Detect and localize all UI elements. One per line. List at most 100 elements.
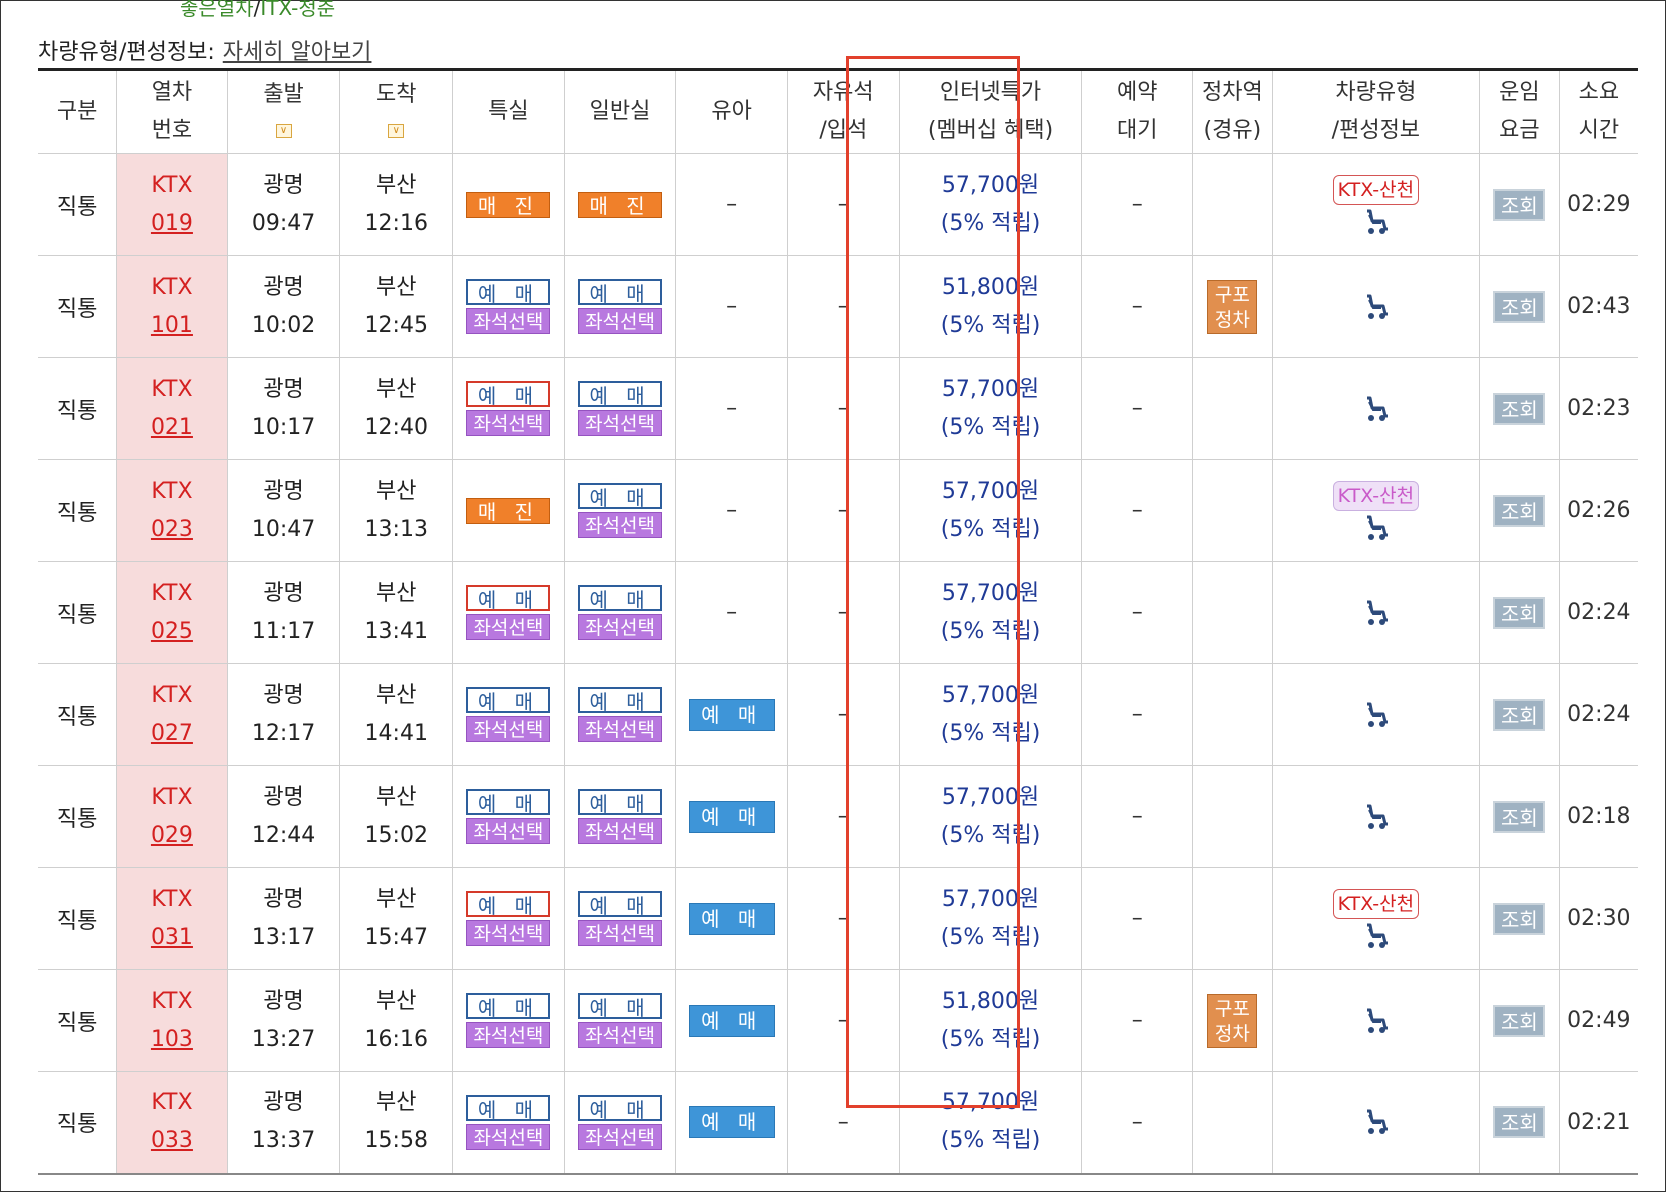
ktx-sancheon-badge[interactable]: KTX-산천 (1332, 888, 1420, 919)
general-seat-select-button[interactable]: 좌석선택 (578, 308, 663, 334)
general-book-button[interactable]: 예 매 (578, 687, 663, 714)
general-seat-select-button[interactable]: 좌석선택 (578, 920, 663, 946)
duration-cell: 02:49 (1558, 969, 1638, 1072)
general-book-button[interactable]: 예 매 (578, 279, 663, 306)
train-number-link[interactable]: 023 (117, 511, 227, 549)
table-row: 직통 KTX 029 광명 12:44 부산 15:02 예 매 좌석선택 예 매 좌석선택 예 매 –… (38, 765, 1638, 868)
departure-station: 광명 (263, 1090, 304, 1116)
special-seat-select-button[interactable]: 좌석선택 (466, 1123, 551, 1150)
fare-inquiry-button[interactable]: 조회 (1493, 1106, 1546, 1139)
gupo-stop-badge[interactable]: 구포 정차 (1207, 993, 1258, 1048)
special-seat-select-button[interactable]: 좌석선택 (466, 920, 551, 946)
special-seat-select-button[interactable]: 좌석선택 (466, 614, 551, 640)
free-seat-cell: – (786, 459, 900, 562)
general-sold-out-button[interactable]: 매 진 (578, 191, 663, 218)
header-stops-line1: 정차역 (1201, 80, 1263, 105)
fare-inquiry-button[interactable]: 조회 (1493, 494, 1546, 527)
fare-inquiry-button[interactable]: 조회 (1493, 392, 1546, 425)
train-number-link[interactable]: 021 (117, 409, 227, 447)
special-seat-select-button[interactable]: 좌석선택 (466, 308, 551, 334)
special-book-button[interactable]: 예 매 (466, 687, 551, 714)
free-seat-cell: – (786, 153, 900, 256)
fare-inquiry-button[interactable]: 조회 (1493, 596, 1546, 629)
infant-book-button[interactable]: 예 매 (688, 698, 775, 731)
train-number-link[interactable]: 029 (117, 817, 227, 855)
fare-inquiry-button[interactable]: 조회 (1493, 800, 1546, 833)
infant-book-button[interactable]: 예 매 (688, 902, 775, 935)
fare-inquiry-button[interactable]: 조회 (1493, 1004, 1546, 1037)
general-seat-select-button[interactable]: 좌석선택 (578, 410, 663, 436)
general-seat-select-button[interactable]: 좌석선택 (578, 1022, 663, 1048)
train-number-link[interactable]: 027 (117, 715, 227, 753)
special-book-button[interactable]: 예 매 (466, 279, 551, 306)
ktx-sancheon-badge[interactable]: KTX-산천 (1332, 480, 1420, 511)
free-seat-cell: – (786, 357, 900, 460)
header-internet-line2: (멤버십 혜택) (927, 118, 1054, 143)
departure-cell: 광명 10:17 (226, 357, 340, 460)
general-seat-select-button[interactable]: 좌석선택 (578, 512, 663, 538)
general-book-button[interactable]: 예 매 (578, 789, 663, 816)
special-book-button[interactable]: 예 매 (466, 789, 551, 816)
special-seat-select-button[interactable]: 좌석선택 (466, 818, 551, 844)
duration-cell: 02:43 (1558, 255, 1638, 358)
infant-cell: 예 매 (675, 765, 788, 868)
departure-station: 광명 (263, 886, 304, 912)
infant-book-button[interactable]: 예 매 (688, 1106, 775, 1139)
special-book-button[interactable]: 예 매 (466, 891, 551, 918)
special-seat-cell: 예 매 좌석선택 (452, 255, 565, 358)
details-link[interactable]: 자세히 알아보기 (223, 40, 372, 65)
general-book-button[interactable]: 예 매 (578, 585, 663, 612)
general-book-button[interactable]: 예 매 (578, 993, 663, 1020)
category-cell: 직통 (38, 561, 117, 664)
train-number-cell: KTX 101 (116, 255, 228, 358)
special-book-button[interactable]: 예 매 (466, 1094, 551, 1122)
general-book-button[interactable]: 예 매 (578, 891, 663, 918)
fare-inquiry-button[interactable]: 조회 (1493, 188, 1546, 221)
special-seat-select-button[interactable]: 좌석선택 (466, 1022, 551, 1048)
internet-price-cell: 57,700원 (5% 적립) (898, 561, 1082, 664)
fare-inquiry-button[interactable]: 조회 (1493, 698, 1546, 731)
general-seat-select-button[interactable]: 좌석선택 (578, 1123, 663, 1150)
sort-departure-icon[interactable]: ∨ (275, 124, 292, 138)
train-number-link[interactable]: 033 (117, 1122, 227, 1160)
header-free-seat: 자유석/입석 (786, 68, 900, 154)
infant-book-button[interactable]: 예 매 (688, 800, 775, 833)
infant-dash: – (726, 396, 738, 421)
general-seat-select-button[interactable]: 좌석선택 (578, 818, 663, 844)
general-seat-select-button[interactable]: 좌석선택 (578, 716, 663, 742)
special-seat-select-button[interactable]: 좌석선택 (466, 716, 551, 742)
train-number-link[interactable]: 103 (117, 1021, 227, 1059)
special-book-button[interactable]: 예 매 (466, 585, 551, 612)
free-seat-dash: – (837, 192, 849, 217)
train-number-link[interactable]: 101 (117, 307, 227, 345)
train-number-link[interactable]: 019 (117, 205, 227, 243)
departure-time: 13:17 (251, 924, 316, 950)
special-book-button[interactable]: 예 매 (466, 381, 551, 408)
sort-arrival-icon[interactable]: ∨ (388, 124, 405, 138)
header-internet-price: 인터넷특가 (멤버십 혜택) (898, 68, 1082, 154)
special-seat-select-button[interactable]: 좌석선택 (466, 410, 551, 436)
arrival-cell: 부산 14:41 (339, 663, 453, 766)
general-book-button[interactable]: 예 매 (578, 381, 663, 408)
internet-price-cell: 57,700원 (5% 적립) (898, 153, 1082, 256)
train-type-label: KTX (151, 376, 193, 402)
infant-book-button[interactable]: 예 매 (688, 1004, 775, 1037)
train-number-link[interactable]: 031 (117, 919, 227, 957)
special-book-button[interactable]: 예 매 (466, 993, 551, 1020)
special-sold-out-button[interactable]: 매 진 (466, 191, 551, 218)
general-book-button[interactable]: 예 매 (578, 483, 663, 510)
train-number-link[interactable]: 025 (117, 613, 227, 651)
vehicle-cell (1271, 255, 1480, 358)
duration-time: 02:21 (1567, 1109, 1631, 1135)
general-seat-cell: 예 매 좌석선택 (563, 255, 676, 358)
gupo-stop-badge[interactable]: 구포 정차 (1207, 279, 1258, 334)
waitlist-dash: – (1131, 396, 1143, 421)
general-book-button[interactable]: 예 매 (578, 1094, 663, 1122)
ktx-sancheon-badge[interactable]: KTX-산천 (1332, 174, 1420, 205)
general-seat-select-button[interactable]: 좌석선택 (578, 614, 663, 640)
fare-inquiry-button[interactable]: 조회 (1493, 902, 1546, 935)
fare-inquiry-button[interactable]: 조회 (1493, 290, 1546, 323)
category-cell: 직통 (38, 663, 117, 766)
duration-cell: 02:30 (1558, 867, 1638, 970)
special-sold-out-button[interactable]: 매 진 (466, 497, 551, 524)
